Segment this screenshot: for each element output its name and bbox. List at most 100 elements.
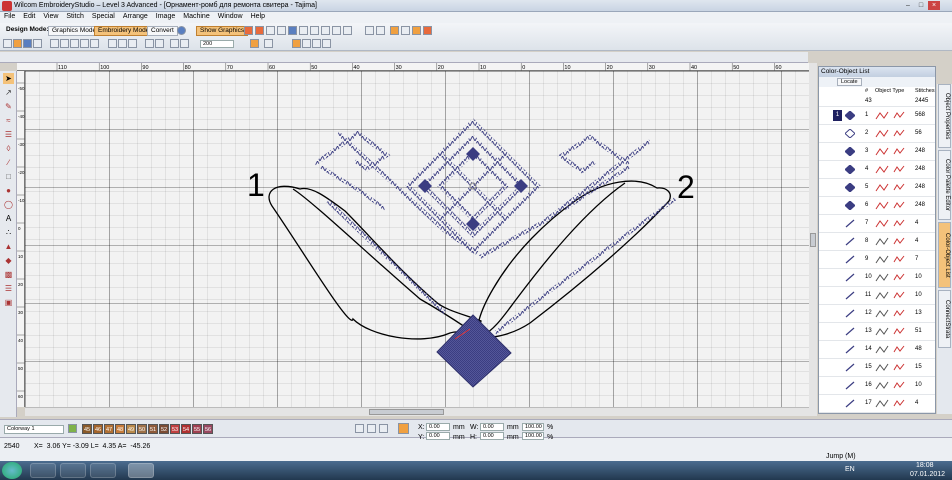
knife-tool-icon[interactable]: ∕ <box>3 157 14 168</box>
menu-view[interactable]: View <box>39 12 62 21</box>
w-field[interactable]: 0.00 <box>480 423 504 431</box>
appliqué-icon[interactable]: ▲ <box>3 241 14 252</box>
zoom-field[interactable]: 200 <box>200 40 234 48</box>
duplicate-icon[interactable] <box>90 39 99 48</box>
show-outline-icon[interactable] <box>302 39 311 48</box>
redo-icon[interactable] <box>155 39 164 48</box>
grid-icon[interactable] <box>299 26 308 35</box>
object-row[interactable]: 1 1 568 <box>819 107 935 125</box>
design-canvas[interactable]: 1 2 <box>25 71 809 407</box>
locate-button[interactable]: Locate <box>837 78 862 86</box>
grid-toggle-icon[interactable] <box>398 423 409 434</box>
tab-connectstrata[interactable]: ConnectStrata <box>938 290 951 348</box>
tab-color-object-list[interactable]: Color-Object List <box>938 222 951 288</box>
taskbar-media-icon[interactable] <box>90 463 116 478</box>
colorway-icon[interactable] <box>68 424 77 433</box>
select-all-icon[interactable] <box>250 39 259 48</box>
color-swatch[interactable]: 54 <box>181 424 191 434</box>
arrange-icon[interactable] <box>343 26 352 35</box>
color-swatch[interactable]: 50 <box>137 424 147 434</box>
digitize-tool-icon[interactable]: ✎ <box>3 101 14 112</box>
height-percent-field[interactable]: 100.00 <box>522 432 544 440</box>
maximize-button[interactable]: □ <box>915 1 927 10</box>
group-icon[interactable] <box>108 39 117 48</box>
menu-stitch[interactable]: Stitch <box>62 12 88 21</box>
circle-tool-icon[interactable] <box>288 26 297 35</box>
object-row[interactable]: 97 <box>819 251 935 269</box>
stitch-tool-icon[interactable] <box>244 26 253 35</box>
menu-edit[interactable]: Edit <box>19 12 39 21</box>
object-row[interactable]: 12 13 <box>819 305 935 323</box>
start-button[interactable] <box>2 462 22 479</box>
lettering-icon[interactable]: A <box>3 213 14 224</box>
ungroup-icon[interactable] <box>118 39 127 48</box>
show-grid-icon[interactable] <box>312 39 321 48</box>
convert-button[interactable]: Convert <box>147 26 178 36</box>
zoom-box-icon[interactable] <box>376 26 385 35</box>
object-row[interactable]: 3 248 <box>819 143 935 161</box>
table-icon[interactable] <box>310 26 319 35</box>
object-row[interactable]: 13 51 <box>819 323 935 341</box>
paste-icon[interactable] <box>70 39 79 48</box>
travel-icon[interactable] <box>365 26 374 35</box>
run-tool-icon[interactable]: ≈ <box>3 115 14 126</box>
language-indicator[interactable]: EN <box>845 466 855 473</box>
reshape-tool-icon[interactable]: ↗ <box>3 87 14 98</box>
menu-arrange[interactable]: Arrange <box>119 12 152 21</box>
object-row[interactable]: 4 248 <box>819 161 935 179</box>
slow-redraw-icon[interactable] <box>332 26 341 35</box>
object-row[interactable]: 16 10 <box>819 377 935 395</box>
complex-fill-icon[interactable]: ◊ <box>3 143 14 154</box>
layout-icon[interactable] <box>321 26 330 35</box>
object-row[interactable]: 84 <box>819 233 935 251</box>
embroidery-mode-button[interactable]: Embroidery Mode <box>94 26 154 36</box>
delete-icon[interactable] <box>80 39 89 48</box>
color-swatch[interactable]: 49 <box>126 424 136 434</box>
show-stitches-icon[interactable] <box>292 39 301 48</box>
taskbar-folder-icon[interactable] <box>60 463 86 478</box>
object-row[interactable]: 14 48 <box>819 341 935 359</box>
select-icon[interactable] <box>355 424 364 433</box>
zoom-in-icon[interactable] <box>170 39 179 48</box>
object-row[interactable]: 6 248 <box>819 197 935 215</box>
lock-icon[interactable] <box>128 39 137 48</box>
minimize-button[interactable]: – <box>902 1 914 10</box>
open-folder-icon[interactable] <box>13 39 22 48</box>
clock-date[interactable]: 07.01.2012 <box>910 471 945 478</box>
print-icon[interactable] <box>33 39 42 48</box>
save-icon[interactable] <box>23 39 32 48</box>
menu-window[interactable]: Window <box>214 12 247 21</box>
select-tool-icon[interactable]: ➤ <box>3 73 14 84</box>
circle-shape-icon[interactable]: ● <box>3 185 14 196</box>
menu-image[interactable]: Image <box>152 12 179 21</box>
width-percent-field[interactable]: 100.00 <box>522 423 544 431</box>
menu-machine[interactable]: Machine <box>179 12 213 21</box>
menu-help[interactable]: Help <box>247 12 269 21</box>
globe-icon[interactable] <box>177 26 186 35</box>
color-swatch[interactable]: 52 <box>159 424 169 434</box>
color-swatch[interactable]: 46 <box>93 424 103 434</box>
fill-pattern-icon[interactable]: ▩ <box>3 269 14 280</box>
cut-icon[interactable] <box>50 39 59 48</box>
object-row[interactable]: 2 56 <box>819 125 935 143</box>
menu-special[interactable]: Special <box>88 12 119 21</box>
trim-icon[interactable]: ▣ <box>3 297 14 308</box>
fill-tool-icon[interactable] <box>266 26 275 35</box>
x-field[interactable]: 0.00 <box>426 423 450 431</box>
menu-file[interactable]: File <box>0 12 19 21</box>
square-tool-icon[interactable]: □ <box>3 171 14 182</box>
vertical-scroll-thumb[interactable] <box>810 233 816 247</box>
motif-icon[interactable]: ◆ <box>3 255 14 266</box>
object-row[interactable]: 10 10 <box>819 269 935 287</box>
color-swatch[interactable]: 56 <box>203 424 213 434</box>
new-file-icon[interactable] <box>3 39 12 48</box>
object-row[interactable]: 5 248 <box>819 179 935 197</box>
copy-icon[interactable] <box>60 39 69 48</box>
colorway-select[interactable]: Colorway 1 <box>4 425 64 434</box>
object-row[interactable]: 11 10 <box>819 287 935 305</box>
3d-view-icon[interactable] <box>322 39 331 48</box>
tab-color-palette-editor[interactable]: Color Palette Editor <box>938 150 951 220</box>
tie-icon[interactable]: ☰ <box>3 283 14 294</box>
taskbar-wilcom-icon[interactable] <box>128 463 154 478</box>
vertical-scrollbar[interactable] <box>809 63 817 416</box>
